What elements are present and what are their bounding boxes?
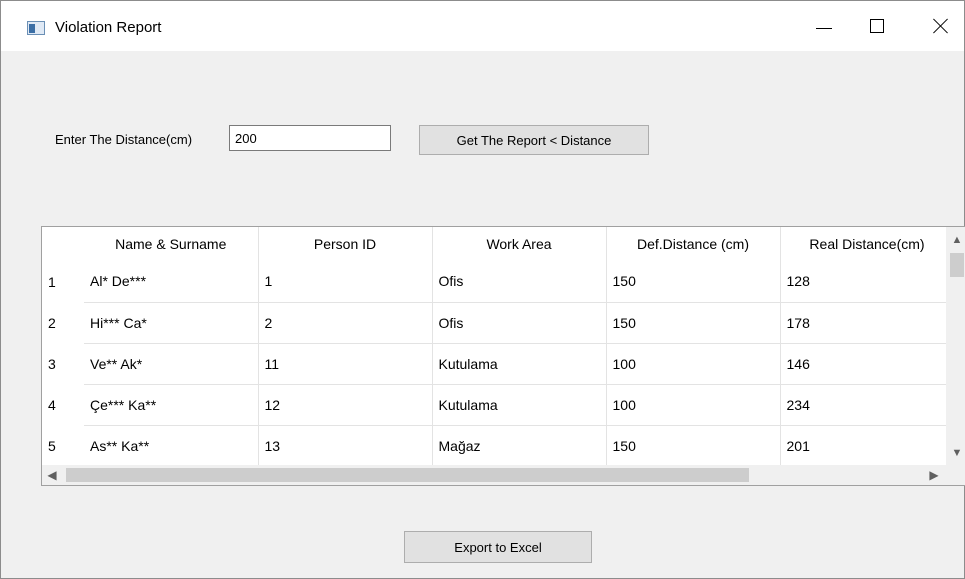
report-table[interactable]: Name & Surname Person ID Work Area Def.D… [41,226,965,486]
column-header-name[interactable]: Name & Surname [84,227,259,261]
cell-work-area[interactable]: Kutulama [432,384,607,426]
distance-input[interactable] [229,125,391,151]
vertical-scrollbar[interactable]: ▲ ▼ [946,227,965,465]
cell-real-distance[interactable]: 201 [780,425,955,467]
cell-def-distance[interactable]: 150 [606,425,781,467]
horizontal-scrollbar[interactable]: ◀ ▶ [42,465,946,485]
chevron-right-icon[interactable]: ▶ [924,465,944,485]
cell-name[interactable]: Ve** Ak* [84,343,259,385]
header-row: Name & Surname Person ID Work Area Def.D… [42,227,955,261]
close-button[interactable] [918,1,964,51]
cell-work-area[interactable]: Kutulama [432,343,607,385]
title-bar[interactable]: Violation Report [1,1,964,51]
column-header-def-distance[interactable]: Def.Distance (cm) [606,227,781,261]
cell-def-distance[interactable]: 100 [606,343,781,385]
cell-def-distance[interactable]: 100 [606,384,781,426]
cell-name[interactable]: Çe*** Ka** [84,384,259,426]
cell-person-id[interactable]: 2 [258,302,433,344]
row-number[interactable]: 3 [42,343,84,384]
column-header-work-area[interactable]: Work Area [432,227,607,261]
chevron-up-icon[interactable]: ▲ [947,230,965,250]
table-row[interactable]: 2 Hi*** Ca* 2 Ofis 150 178 [42,302,955,344]
row-number[interactable]: 5 [42,425,84,466]
cell-real-distance[interactable]: 128 [780,261,955,303]
window-title: Violation Report [55,19,162,36]
row-number[interactable]: 2 [42,302,84,343]
cell-real-distance[interactable]: 178 [780,302,955,344]
cell-real-distance[interactable]: 234 [780,384,955,426]
close-icon [933,18,949,34]
maximize-icon [870,19,884,33]
chevron-down-icon[interactable]: ▼ [947,443,965,463]
scrollbar-corner [946,465,965,485]
row-number[interactable]: 1 [42,261,84,302]
cell-real-distance[interactable]: 146 [780,343,955,385]
minimize-icon [816,27,832,29]
table-row[interactable]: 5 As** Ka** 13 Mağaz 150 201 [42,425,955,467]
cell-name[interactable]: As** Ka** [84,425,259,467]
cell-work-area[interactable]: Ofis [432,302,607,344]
cell-work-area[interactable]: Mağaz [432,425,607,467]
cell-def-distance[interactable]: 150 [606,302,781,344]
cell-work-area[interactable]: Ofis [432,261,607,303]
cell-name[interactable]: Hi*** Ca* [84,302,259,344]
horizontal-scroll-thumb[interactable] [66,468,749,482]
column-header-person-id[interactable]: Person ID [258,227,433,261]
cell-person-id[interactable]: 12 [258,384,433,426]
report-grid: Name & Surname Person ID Work Area Def.D… [42,227,955,467]
distance-label: Enter The Distance(cm) [55,132,193,147]
export-to-excel-button[interactable]: Export to Excel [404,531,592,563]
cell-person-id[interactable]: 1 [258,261,433,303]
violation-report-window: Violation Report Enter The Distance(cm) … [0,0,965,579]
table-row[interactable]: 4 Çe*** Ka** 12 Kutulama 100 234 [42,384,955,426]
maximize-button[interactable] [854,1,900,51]
cell-name[interactable]: Al* De*** [84,261,259,303]
corner-header [42,227,84,261]
cell-person-id[interactable]: 11 [258,343,433,385]
minimize-button[interactable] [801,1,847,51]
vertical-scroll-thumb[interactable] [950,253,964,277]
app-window-icon [27,21,45,35]
cell-person-id[interactable]: 13 [258,425,433,467]
table-row[interactable]: 1 Al* De*** 1 Ofis 150 128 [42,261,955,303]
get-report-button[interactable]: Get The Report < Distance [419,125,649,155]
chevron-left-icon[interactable]: ◀ [42,465,62,485]
table-row[interactable]: 3 Ve** Ak* 11 Kutulama 100 146 [42,343,955,385]
cell-def-distance[interactable]: 150 [606,261,781,303]
row-number[interactable]: 4 [42,384,84,425]
column-header-real-distance[interactable]: Real Distance(cm) [780,227,955,261]
